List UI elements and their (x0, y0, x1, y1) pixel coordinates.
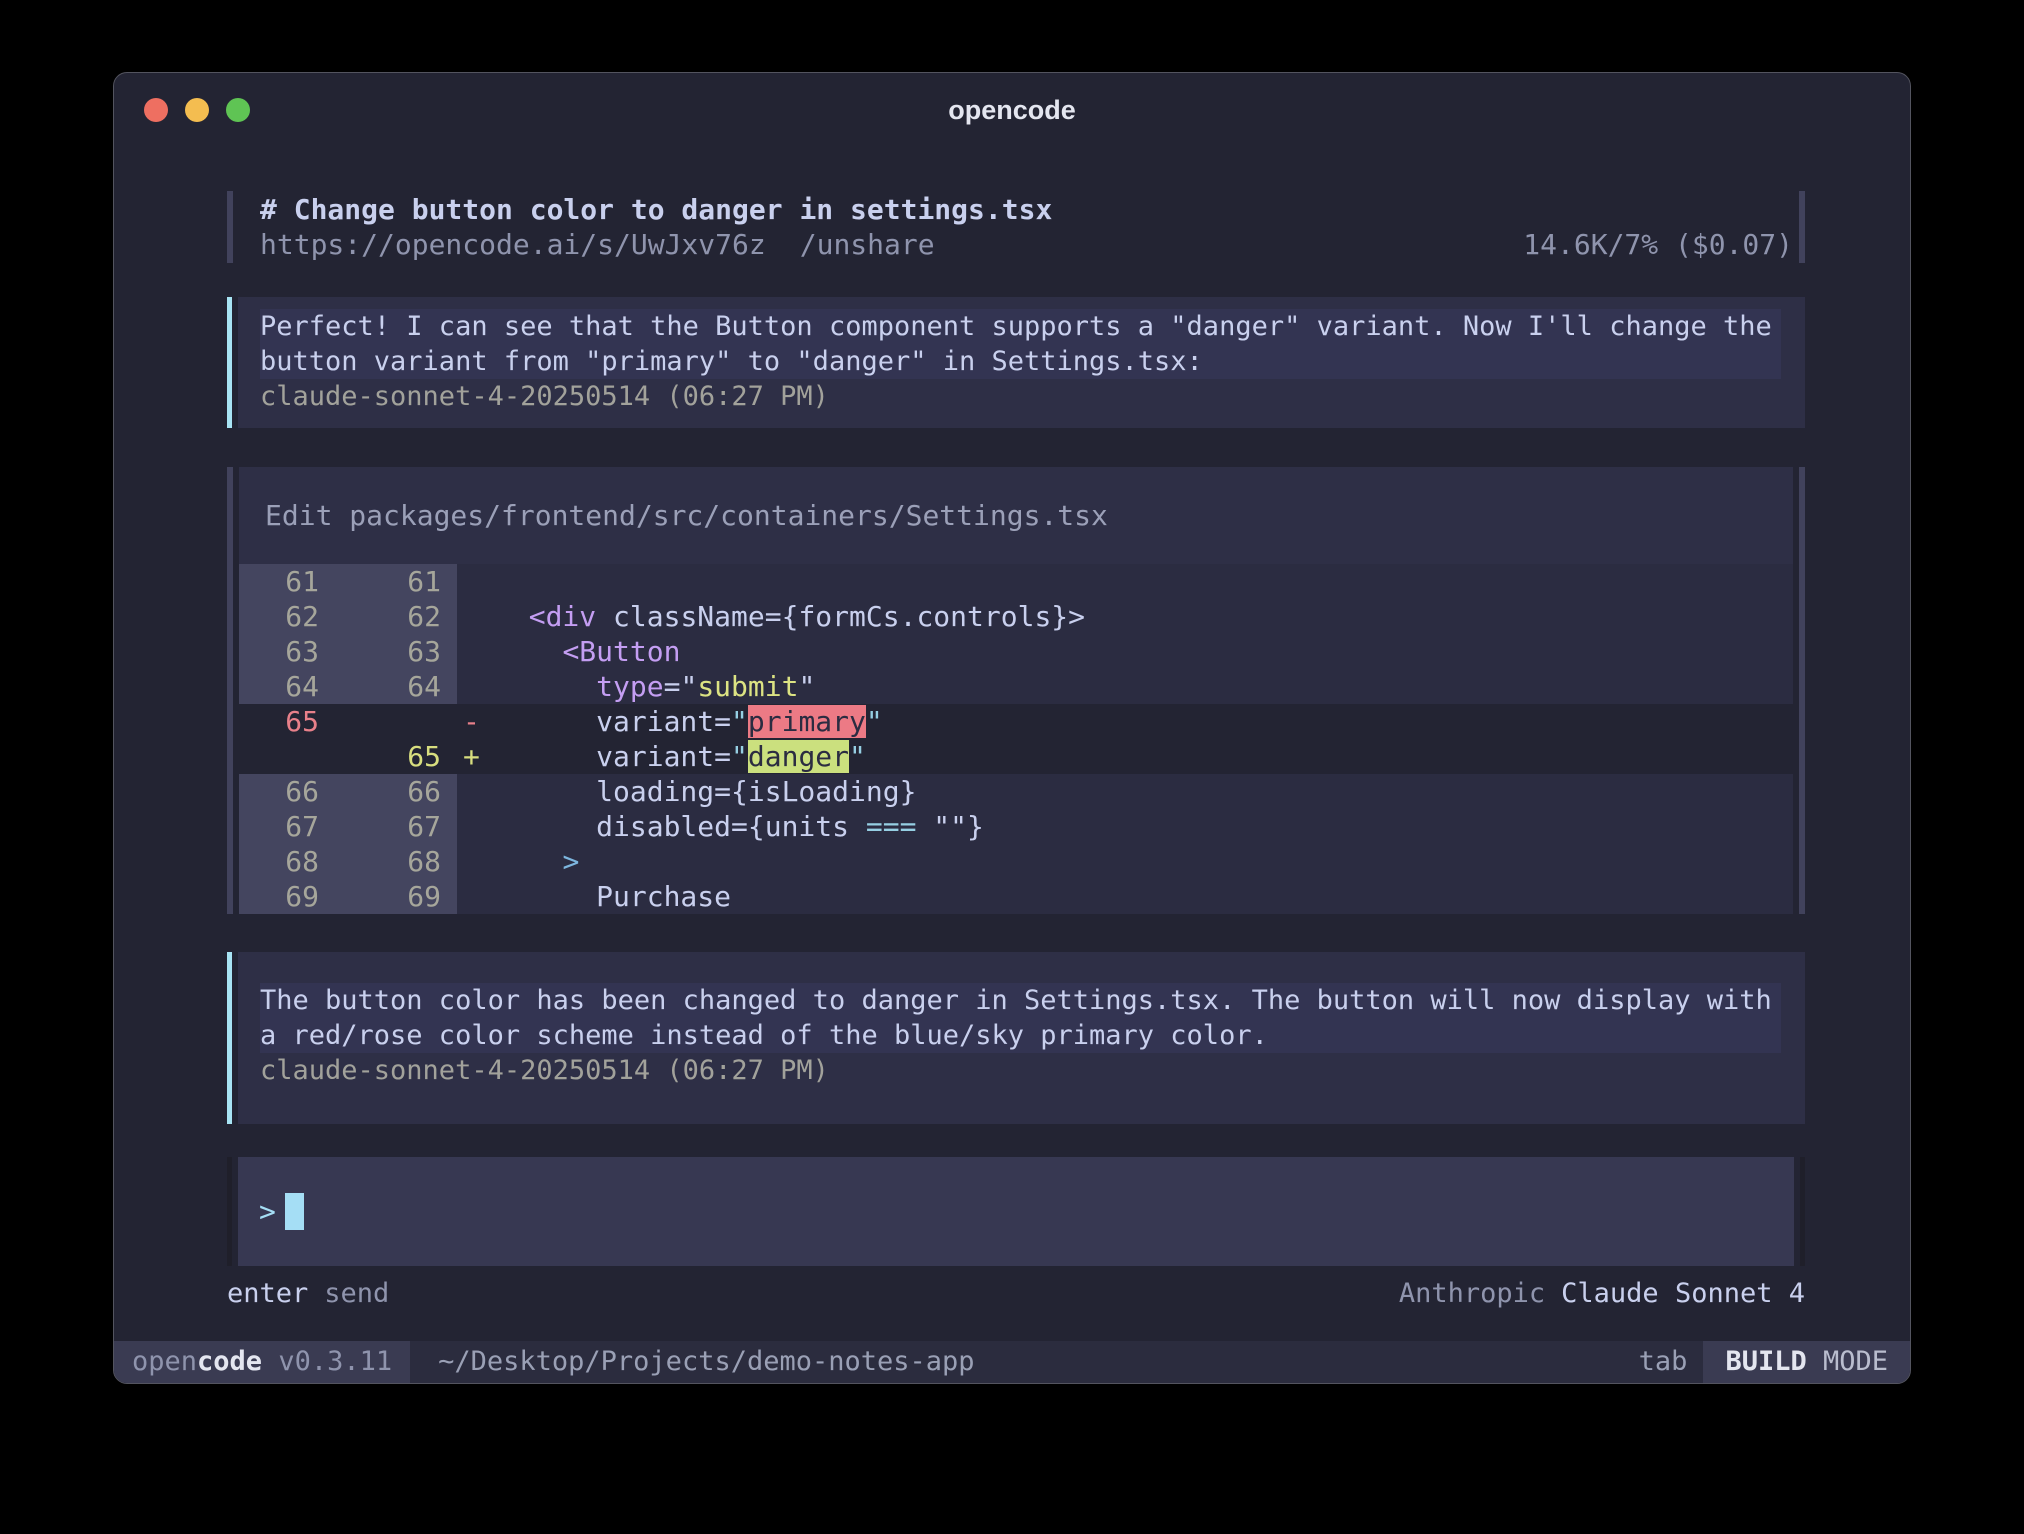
diff-row: 65- variant="primary" (239, 704, 1793, 739)
close-button[interactable] (144, 98, 168, 122)
zoom-button[interactable] (226, 98, 250, 122)
session-header: # Change button color to danger in setti… (227, 191, 1805, 263)
model-label: Claude Sonnet 4 (1561, 1278, 1805, 1309)
enter-action-hint: send (324, 1278, 389, 1309)
window-titlebar: opencode (114, 73, 1910, 145)
message-meta: claude-sonnet-4-20250514 (06:27 PM) (260, 1053, 1781, 1088)
working-directory: ~/Desktop/Projects/demo-notes-app (438, 1341, 974, 1383)
header-right-bar (1799, 191, 1805, 263)
message-text: The button color has been changed to dan… (260, 983, 1781, 1053)
app-version-chip: opencode v0.3.11 (114, 1341, 410, 1383)
diff-row: 6767 disabled={units === ""} (239, 809, 1793, 844)
diff-row: 65+ variant="danger" (239, 739, 1793, 774)
window-title: opencode (114, 73, 1910, 147)
tool-right-bar (1799, 467, 1805, 914)
diff-row: 6868 > (239, 844, 1793, 879)
opencode-window: opencode # Change button color to danger… (113, 72, 1911, 1384)
session-title: # Change button color to danger in setti… (260, 192, 1793, 227)
message-text: Perfect! I can see that the Button compo… (260, 309, 1781, 379)
enter-key-hint: enter (227, 1278, 308, 1309)
input-right-bar (1800, 1157, 1805, 1266)
share-url[interactable]: https://opencode.ai/s/UwJxv76z (260, 227, 766, 262)
diff-row: 6464 type="submit" (239, 669, 1793, 704)
tool-left-bar (227, 467, 233, 914)
diff-row: 6363 <Button (239, 634, 1793, 669)
minimize-button[interactable] (185, 98, 209, 122)
diff-row: 6262 <div className={formCs.controls}> (239, 599, 1793, 634)
status-bar: opencode v0.3.11 ~/Desktop/Projects/demo… (114, 1341, 1910, 1383)
main-content: # Change button color to danger in setti… (114, 145, 1910, 1341)
mode-suffix: MODE (1807, 1346, 1888, 1377)
unshare-command[interactable]: /unshare (800, 227, 935, 262)
diff-row: 6161 (239, 564, 1793, 599)
header-left-bar (227, 191, 233, 263)
edit-tool-call: Edit packages/frontend/src/containers/Se… (227, 467, 1805, 914)
app-name-open: open (132, 1346, 197, 1377)
message-accent-bar (227, 297, 232, 428)
assistant-message: Perfect! I can see that the Button compo… (227, 297, 1805, 428)
prompt-input[interactable]: > (227, 1157, 1805, 1266)
input-left-bar (227, 1157, 232, 1266)
token-usage: 14.6K/7% ($0.07) (1523, 227, 1793, 262)
diff-row: 6666 loading={isLoading} (239, 774, 1793, 809)
prompt-symbol: > (259, 1195, 276, 1228)
mode-indicator[interactable]: BUILD MODE (1703, 1341, 1910, 1383)
app-name-code: code (197, 1346, 262, 1377)
provider-label: Anthropic (1399, 1278, 1545, 1309)
tool-title: Edit packages/frontend/src/containers/Se… (239, 467, 1793, 564)
diff: 61616262 <div className={formCs.controls… (239, 564, 1793, 914)
message-meta: claude-sonnet-4-20250514 (06:27 PM) (260, 379, 1781, 414)
hint-row: enter send Anthropic Claude Sonnet 4 (227, 1276, 1805, 1311)
diff-row: 6969 Purchase (239, 879, 1793, 914)
app-version: v0.3.11 (262, 1346, 392, 1377)
traffic-lights (144, 98, 250, 122)
message-accent-bar (227, 952, 232, 1124)
assistant-message: The button color has been changed to dan… (227, 952, 1805, 1124)
text-cursor (285, 1193, 304, 1230)
tab-key-hint: tab (1639, 1341, 1688, 1383)
mode-name: BUILD (1725, 1346, 1806, 1377)
